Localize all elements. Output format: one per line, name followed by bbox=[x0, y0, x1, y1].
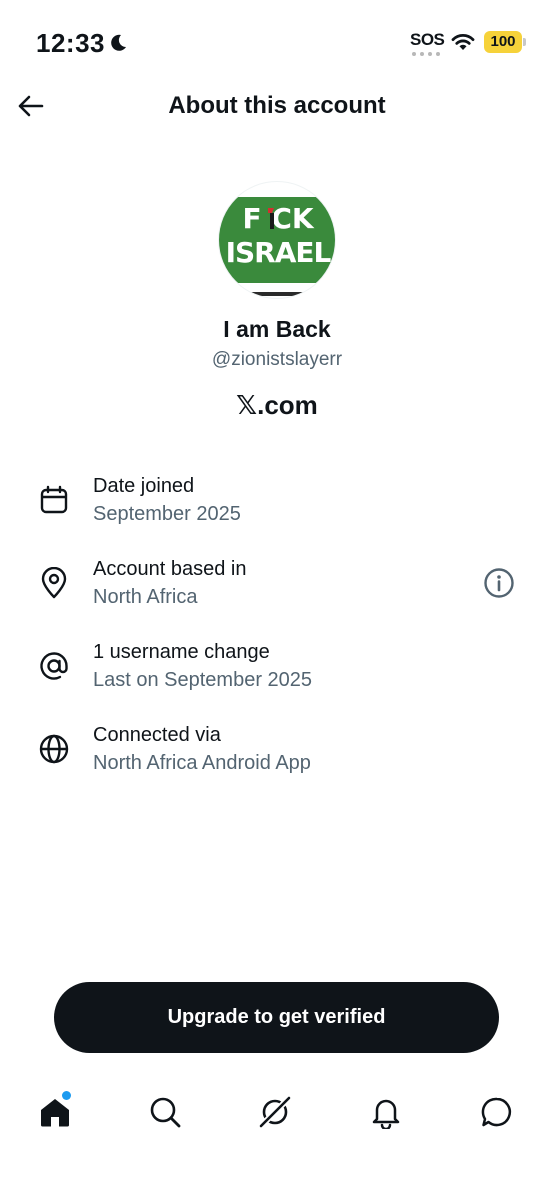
home-icon bbox=[41, 1099, 69, 1127]
avatar-image: F CK ISRAEL bbox=[219, 190, 335, 296]
battery-tip bbox=[523, 38, 526, 46]
info-label: Account based in bbox=[93, 558, 247, 580]
avatar-text-line1: F CK bbox=[242, 202, 314, 235]
account-info-list: Date joined September 2025 Account based… bbox=[0, 470, 554, 802]
info-value: North Africa Android App bbox=[93, 752, 311, 774]
header: About this account bbox=[0, 80, 554, 136]
info-row-connected-via: Connected via North Africa Android App bbox=[0, 719, 554, 802]
calendar-icon bbox=[36, 482, 72, 518]
info-value: September 2025 bbox=[93, 503, 241, 525]
flag-pole bbox=[270, 213, 274, 229]
tab-search[interactable] bbox=[145, 1092, 185, 1132]
display-name: I am Back bbox=[223, 316, 331, 342]
tab-notifications[interactable] bbox=[366, 1092, 406, 1132]
info-value: Last on September 2025 bbox=[93, 669, 313, 691]
avatar-text-line2: ISRAEL bbox=[226, 236, 332, 269]
info-row-username-change: 1 username change Last on September 2025 bbox=[0, 636, 554, 719]
globe-icon bbox=[36, 731, 72, 767]
avatar[interactable]: F CK ISRAEL bbox=[218, 181, 336, 299]
location-pin-icon bbox=[36, 565, 72, 601]
moon-icon bbox=[111, 34, 126, 51]
x-domain-label: 𝕏.com bbox=[236, 390, 318, 420]
info-button[interactable] bbox=[482, 566, 516, 600]
upgrade-verified-button[interactable]: Upgrade to get verified bbox=[54, 982, 499, 1053]
bell-icon bbox=[372, 1099, 400, 1129]
battery-indicator: 100 bbox=[484, 31, 522, 53]
home-notification-dot bbox=[62, 1091, 71, 1100]
status-bar: 12:33 SOS 100 bbox=[0, 0, 554, 80]
sos-indicator: SOS bbox=[410, 30, 445, 49]
info-value: North Africa bbox=[93, 586, 198, 608]
status-time: 12:33 bbox=[36, 28, 105, 58]
username-handle[interactable]: @zionistslayerr bbox=[0, 349, 554, 371]
info-label: Connected via bbox=[93, 724, 221, 746]
info-row-account-location: Account based in North Africa bbox=[0, 553, 554, 636]
at-sign-icon bbox=[36, 648, 72, 684]
bottom-tab-bar bbox=[0, 1080, 554, 1150]
wifi-icon bbox=[451, 34, 475, 50]
grok-icon bbox=[257, 1094, 293, 1130]
search-icon bbox=[150, 1097, 181, 1128]
info-label: 1 username change bbox=[93, 641, 270, 663]
info-row-date-joined: Date joined September 2025 bbox=[0, 470, 554, 553]
info-circle-icon bbox=[484, 568, 514, 598]
tab-grok[interactable] bbox=[255, 1092, 295, 1132]
tab-messages[interactable] bbox=[477, 1092, 517, 1132]
info-label: Date joined bbox=[93, 475, 195, 497]
signal-dots-icon bbox=[412, 52, 440, 56]
message-icon bbox=[481, 1097, 512, 1127]
home-indicator bbox=[0, 1180, 554, 1200]
page-title: About this account bbox=[168, 92, 386, 119]
